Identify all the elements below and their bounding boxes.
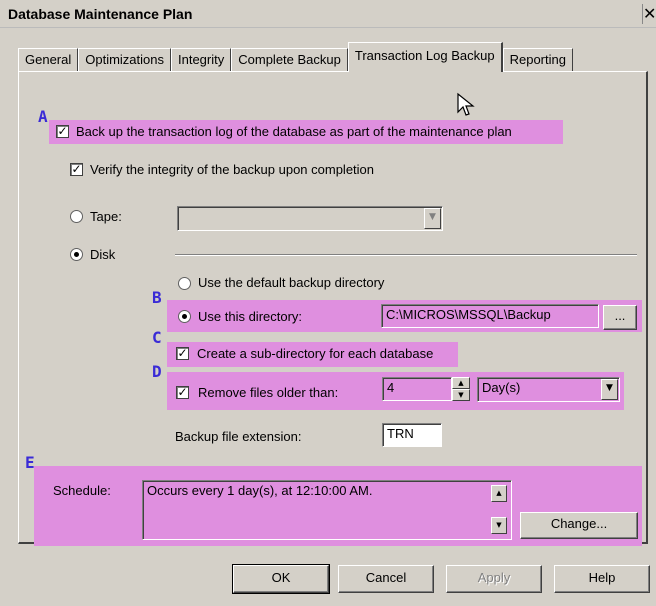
- directory-path-value: C:\MICROS\MSSQL\Backup: [386, 307, 551, 322]
- tab-integrity[interactable]: Integrity: [171, 48, 232, 72]
- change-schedule-button[interactable]: Change...: [520, 512, 638, 539]
- subdirectory-label: Create a sub-directory for each database: [197, 346, 434, 361]
- tab-reporting[interactable]: Reporting: [502, 48, 573, 72]
- default-directory-label: Use the default backup directory: [198, 275, 385, 290]
- subdirectory-checkbox[interactable]: ✓: [176, 347, 189, 360]
- annotation-d: D: [152, 362, 162, 381]
- maintenance-plan-dialog: Database Maintenance Plan ✕ General Opti…: [0, 0, 656, 606]
- tape-dropdown[interactable]: ▼: [177, 206, 443, 231]
- schedule-description: Occurs every 1 day(s), at 12:10:00 AM. ▲…: [142, 480, 512, 540]
- tab-strip: General Optimizations Integrity Complete…: [18, 42, 573, 72]
- tab-transaction-log-backup[interactable]: Transaction Log Backup: [347, 42, 503, 72]
- chevron-down-icon: ▼: [601, 379, 618, 400]
- extension-label: Backup file extension:: [175, 429, 302, 444]
- browse-button[interactable]: ...: [603, 305, 637, 330]
- cancel-button[interactable]: Cancel: [338, 565, 434, 593]
- help-button[interactable]: Help: [554, 565, 650, 593]
- extension-input[interactable]: TRN: [382, 423, 442, 447]
- chevron-down-icon: ▼: [424, 208, 441, 229]
- ok-button[interactable]: OK: [232, 564, 330, 594]
- default-directory-radio[interactable]: [178, 277, 191, 290]
- tab-general[interactable]: General: [18, 48, 79, 72]
- directory-path-input[interactable]: C:\MICROS\MSSQL\Backup: [381, 304, 599, 328]
- scroll-down-icon[interactable]: ▼: [491, 517, 507, 534]
- spin-down-icon[interactable]: ▼: [452, 389, 470, 401]
- tape-label: Tape:: [90, 209, 122, 224]
- title-bar: Database Maintenance Plan ✕: [0, 0, 656, 28]
- this-directory-radio[interactable]: [178, 310, 191, 323]
- disk-label: Disk: [90, 247, 116, 262]
- scroll-up-icon[interactable]: ▲: [491, 485, 507, 502]
- tab-optimizations[interactable]: Optimizations: [78, 48, 171, 72]
- spin-up-icon[interactable]: ▲: [452, 377, 470, 389]
- this-directory-label: Use this directory:: [198, 309, 303, 324]
- tape-radio[interactable]: [70, 210, 83, 223]
- annotation-b: B: [152, 288, 162, 307]
- tab-complete-backup[interactable]: Complete Backup: [231, 48, 348, 72]
- annotation-c: C: [152, 328, 162, 347]
- schedule-label: Schedule:: [53, 483, 111, 498]
- disk-separator: [175, 254, 637, 256]
- verify-label: Verify the integrity of the backup upon …: [90, 162, 375, 177]
- verify-checkbox[interactable]: ✓: [70, 163, 83, 176]
- backup-log-label: Back up the transaction log of the datab…: [76, 124, 512, 139]
- window-title: Database Maintenance Plan: [8, 6, 193, 22]
- remove-old-label: Remove files older than:: [198, 385, 339, 400]
- schedule-text: Occurs every 1 day(s), at 12:10:00 AM.: [147, 483, 373, 498]
- remove-old-value: 4: [387, 380, 395, 395]
- remove-old-checkbox[interactable]: ✓: [176, 386, 189, 399]
- remove-old-unit-dropdown[interactable]: Day(s) ▼: [477, 377, 620, 402]
- annotation-a: A: [38, 107, 48, 126]
- close-icon[interactable]: ✕: [642, 4, 656, 24]
- disk-radio[interactable]: [70, 248, 83, 261]
- mouse-cursor-icon: [457, 92, 475, 116]
- remove-old-unit-value: Day(s): [482, 380, 521, 395]
- extension-value: TRN: [387, 426, 414, 441]
- remove-old-value-input[interactable]: 4: [382, 377, 452, 401]
- apply-button[interactable]: Apply: [446, 565, 542, 593]
- backup-log-checkbox[interactable]: ✓: [56, 125, 69, 138]
